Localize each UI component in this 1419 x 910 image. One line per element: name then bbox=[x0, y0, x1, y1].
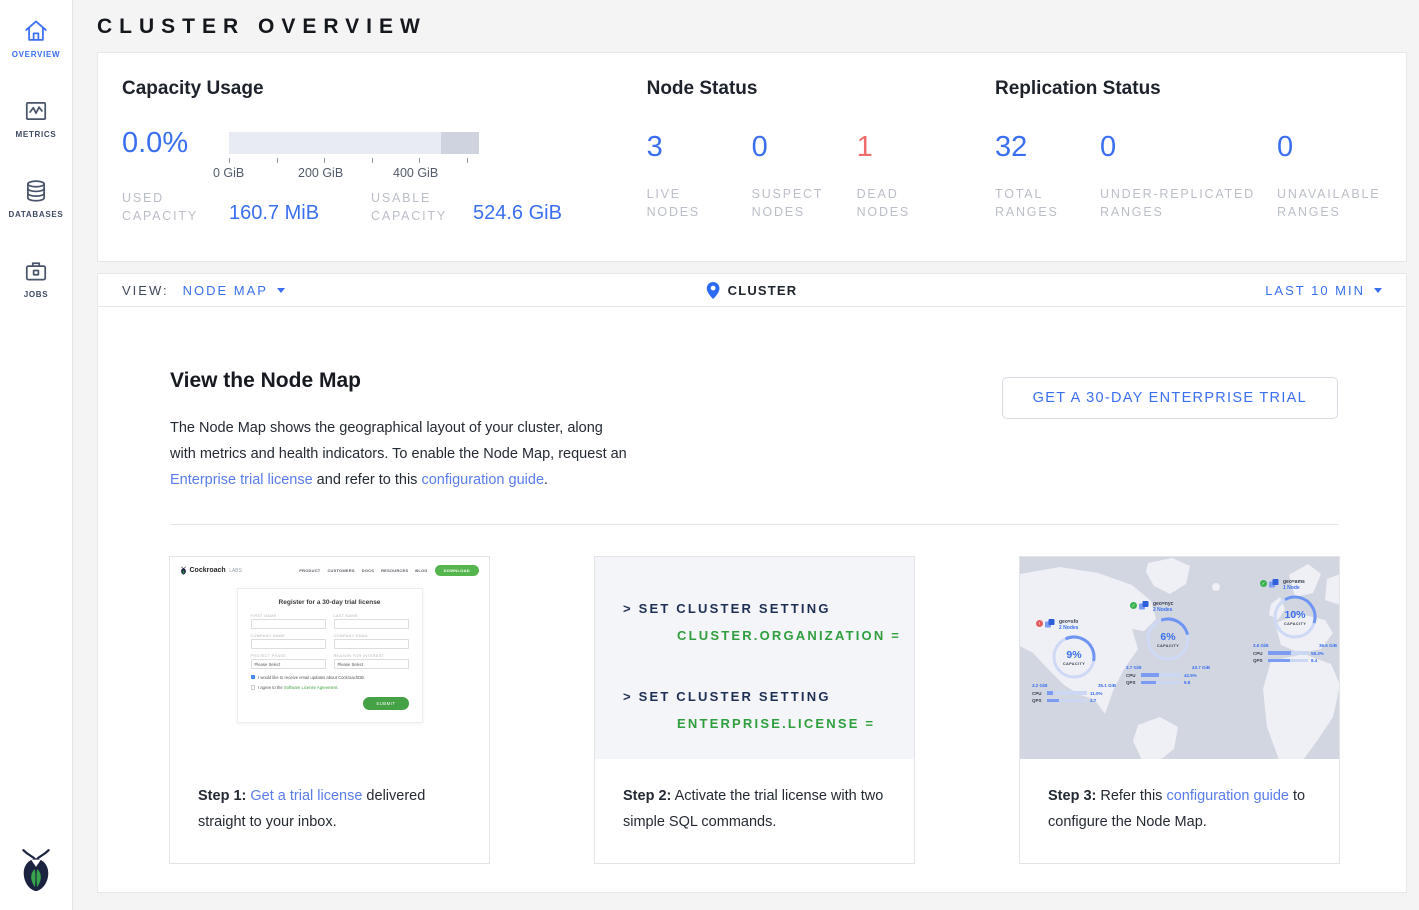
replication-status-section: Replication Status 32 TOTAL RANGES 0 UND… bbox=[995, 78, 1382, 236]
healthy-dot-icon: ✓ bbox=[1260, 580, 1267, 587]
briefcase-icon bbox=[23, 258, 49, 284]
node-map-heading: View the Node Map bbox=[170, 369, 361, 393]
live-nodes-stat: 3 LIVE NODES bbox=[647, 131, 752, 221]
sidebar-item-databases[interactable]: DATABASES bbox=[0, 178, 72, 219]
mini-trial-form: Register for a 30-day trial license FIRS… bbox=[237, 588, 423, 723]
chevron-down-icon bbox=[277, 288, 285, 293]
step-3-card: ! geo=sfo2 Nodes 9%CAPACITY 3.2 GiB35.1 … bbox=[1019, 556, 1340, 864]
sidebar-item-metrics[interactable]: METRICS bbox=[0, 98, 72, 139]
capacity-bar: 0 GiB 200 GiB 400 GiB bbox=[229, 127, 479, 184]
capacity-ring: 9%CAPACITY bbox=[1050, 633, 1098, 681]
sidebar-item-overview[interactable]: OVERVIEW bbox=[0, 18, 72, 59]
dead-nodes-stat: 1 DEAD NODES bbox=[857, 131, 962, 221]
axis-tick-label: 200 GiB bbox=[298, 166, 343, 180]
mini-download-button: DOWNLOAD bbox=[435, 565, 479, 576]
page-title: CLUSTER OVERVIEW bbox=[97, 15, 1419, 39]
step-3-caption: Step 3: Refer this configuration guide t… bbox=[1048, 783, 1311, 835]
under-replicated-ranges-stat: 0 UNDER-REPLICATED RANGES bbox=[1100, 131, 1277, 221]
enterprise-trial-button[interactable]: GET A 30-DAY ENTERPRISE TRIAL bbox=[1002, 377, 1338, 419]
main-content: CLUSTER OVERVIEW Capacity Usage 0.0% bbox=[73, 0, 1419, 906]
mini-site-nav: PRODUCT CUSTOMERS DOCS RESOURCES BLOG DO… bbox=[299, 565, 479, 576]
steps-row: CockroachLABS PRODUCT CUSTOMERS DOCS RES… bbox=[169, 556, 1340, 864]
step-1-screenshot: CockroachLABS PRODUCT CUSTOMERS DOCS RES… bbox=[170, 557, 489, 759]
capacity-ring: 10%CAPACITY bbox=[1271, 593, 1319, 641]
axis-tick bbox=[229, 158, 230, 163]
step-1-card: CockroachLABS PRODUCT CUSTOMERS DOCS RES… bbox=[169, 556, 490, 864]
section-divider bbox=[170, 524, 1338, 525]
mini-submit-button: SUBMIT bbox=[363, 697, 408, 710]
step-3-node-map-preview: ! geo=sfo2 Nodes 9%CAPACITY 3.2 GiB35.1 … bbox=[1020, 557, 1339, 759]
warning-dot-icon: ! bbox=[1036, 620, 1043, 627]
step-1-caption: Step 1: Get a trial license delivered st… bbox=[198, 783, 461, 835]
mini-cockroach-logo: CockroachLABS bbox=[180, 566, 242, 575]
node-map-description: The Node Map shows the geographical layo… bbox=[170, 415, 628, 493]
suspect-nodes-stat: 0 SUSPECT NODES bbox=[752, 131, 857, 221]
node-map-card: View the Node Map The Node Map shows the… bbox=[97, 307, 1407, 893]
configuration-guide-link[interactable]: configuration guide bbox=[421, 472, 544, 488]
home-icon bbox=[23, 18, 49, 44]
map-cluster-nyc: ✓ geo=nyc2 Nodes 6%CAPACITY 3.7 GiB43.7 … bbox=[1122, 601, 1214, 685]
usable-capacity-label: USABLE CAPACITY bbox=[371, 189, 473, 225]
usable-capacity-value: 524.6 GiB bbox=[473, 202, 562, 224]
view-bar: VIEW: NODE MAP CLUSTER LAST 10 MIN bbox=[97, 273, 1407, 307]
axis-tick-label: 0 GiB bbox=[213, 166, 244, 180]
map-cluster-sfo: ! geo=sfo2 Nodes 9%CAPACITY 3.2 GiB35.1 … bbox=[1028, 619, 1120, 703]
unavailable-ranges-stat: 0 UNAVAILABLE RANGES bbox=[1277, 131, 1382, 221]
axis-tick bbox=[467, 158, 468, 163]
enterprise-trial-license-link[interactable]: Enterprise trial license bbox=[170, 472, 313, 488]
configuration-guide-link[interactable]: configuration guide bbox=[1166, 788, 1289, 804]
time-range-dropdown[interactable]: LAST 10 MIN bbox=[1265, 283, 1382, 298]
map-pin-icon bbox=[707, 282, 720, 299]
breadcrumb-cluster: CLUSTER bbox=[707, 274, 798, 306]
map-cluster-ams: ✓ geo=ams1 Node 10%CAPACITY 3.6 GiB36.6 … bbox=[1252, 579, 1338, 663]
get-trial-license-link[interactable]: Get a trial license bbox=[250, 788, 362, 804]
sidebar: OVERVIEW METRICS DATABASES JOBS bbox=[0, 0, 73, 910]
sidebar-item-label: DATABASES bbox=[0, 210, 72, 219]
metrics-chart-icon bbox=[23, 98, 49, 124]
capacity-axis: 0 GiB 200 GiB 400 GiB bbox=[229, 154, 479, 184]
step-2-card: > SET CLUSTER SETTING CLUSTER.ORGANIZATI… bbox=[594, 556, 915, 864]
chevron-down-icon bbox=[1374, 288, 1382, 293]
nodes-icon bbox=[1139, 601, 1149, 610]
total-ranges-stat: 32 TOTAL RANGES bbox=[995, 131, 1100, 221]
cockroachdb-logo bbox=[0, 847, 72, 898]
sidebar-item-jobs[interactable]: JOBS bbox=[0, 258, 72, 299]
cockroachdb-admin-ui: OVERVIEW METRICS DATABASES JOBS bbox=[0, 0, 1419, 910]
axis-tick bbox=[324, 158, 325, 163]
capacity-usage-title: Capacity Usage bbox=[122, 78, 647, 100]
nodes-icon bbox=[1269, 579, 1279, 588]
used-capacity-label: USED CAPACITY bbox=[122, 189, 229, 225]
step-2-sql-commands: > SET CLUSTER SETTING CLUSTER.ORGANIZATI… bbox=[595, 557, 914, 759]
node-status-title: Node Status bbox=[647, 78, 995, 100]
replication-status-title: Replication Status bbox=[995, 78, 1382, 100]
node-status-section: Node Status 3 LIVE NODES 0 SUSPECT NODE bbox=[647, 78, 995, 236]
sidebar-item-label: METRICS bbox=[0, 130, 72, 139]
cluster-summary-card: Capacity Usage 0.0% 0 GiB bbox=[97, 52, 1407, 262]
view-label: VIEW: bbox=[122, 283, 169, 298]
healthy-dot-icon: ✓ bbox=[1130, 602, 1137, 609]
axis-tick bbox=[277, 158, 278, 163]
step-2-caption: Step 2: Activate the trial license with … bbox=[623, 783, 886, 835]
capacity-bar-end-segment bbox=[441, 132, 479, 154]
axis-tick bbox=[419, 158, 420, 163]
used-capacity-value: 160.7 MiB bbox=[229, 202, 319, 224]
sidebar-item-label: JOBS bbox=[0, 290, 72, 299]
capacity-usage-section: Capacity Usage 0.0% 0 GiB bbox=[122, 78, 647, 236]
axis-tick bbox=[372, 158, 373, 163]
nodes-icon bbox=[1045, 619, 1055, 628]
sidebar-item-label: OVERVIEW bbox=[0, 50, 72, 59]
axis-tick-label: 400 GiB bbox=[393, 166, 438, 180]
view-selector-dropdown[interactable]: NODE MAP bbox=[183, 283, 285, 298]
database-icon bbox=[23, 178, 49, 204]
capacity-ring: 6%CAPACITY bbox=[1144, 615, 1192, 663]
